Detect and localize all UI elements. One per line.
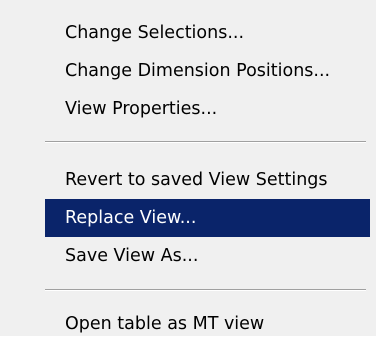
menu-item-open-table-mt-view[interactable]: Open table as MT view xyxy=(45,305,370,343)
menu-item-change-dimension-positions[interactable]: Change Dimension Positions... xyxy=(45,52,370,90)
menu-item-save-view-as[interactable]: Save View As... xyxy=(45,237,370,275)
menu-item-replace-view[interactable]: Replace View... xyxy=(45,199,370,237)
menu-item-view-properties[interactable]: View Properties... xyxy=(45,90,370,128)
menu-separator xyxy=(45,289,366,291)
menu-item-revert-view-settings[interactable]: Revert to saved View Settings xyxy=(45,161,370,199)
menu-item-change-selections[interactable]: Change Selections... xyxy=(45,14,370,52)
context-menu: Change Selections... Change Dimension Po… xyxy=(0,0,376,336)
menu-separator xyxy=(45,141,366,143)
